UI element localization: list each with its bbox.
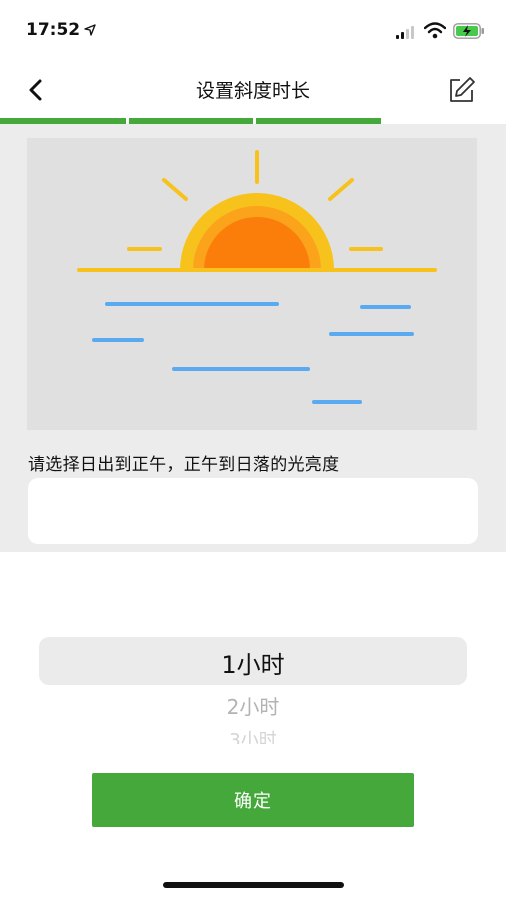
page-title: 设置斜度时长	[195, 80, 310, 102]
picker-option-selected[interactable]: 1小时	[39, 645, 467, 680]
edit-icon	[450, 77, 475, 102]
duration-input[interactable]	[28, 478, 478, 544]
picker-option[interactable]: 2小时	[39, 691, 467, 720]
brightness-prompt: 请选择日出到正午，正午到日落的光亮度	[28, 455, 340, 475]
picker-option[interactable]: 3小时	[39, 726, 467, 744]
edit-button[interactable]	[446, 75, 476, 105]
location-arrow-icon	[84, 24, 96, 36]
content-area: 请选择日出到正午，正午到日落的光亮度	[0, 124, 506, 554]
duration-picker-sheet: 1小时 2小时 3小时 确定	[0, 552, 506, 900]
status-time: 17:52	[26, 20, 81, 40]
sunrise-illustration	[27, 138, 477, 430]
status-bar: 17:52	[0, 0, 506, 62]
confirm-button[interactable]: 确定	[92, 773, 414, 827]
nav-bar: 设置斜度时长	[0, 62, 506, 118]
battery-charging-icon	[453, 23, 484, 39]
wifi-icon	[424, 22, 446, 39]
home-indicator	[163, 882, 344, 888]
signal-icon	[396, 26, 414, 39]
